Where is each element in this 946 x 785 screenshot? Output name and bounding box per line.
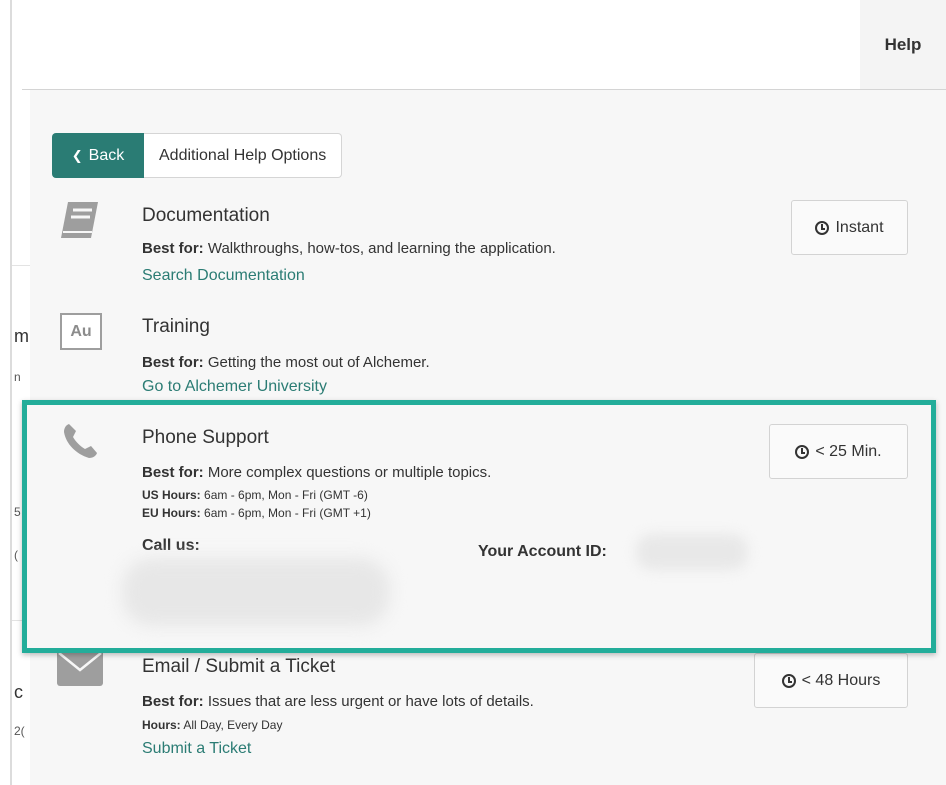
book-icon [61, 202, 98, 238]
training-title: Training [142, 316, 210, 337]
clock-icon [781, 673, 796, 688]
redacted-account-id [636, 534, 748, 570]
back-button[interactable]: ❮ Back [52, 133, 144, 178]
search-documentation-link[interactable]: Search Documentation [142, 267, 305, 285]
app-stage: m n 5 ( c 2( Help ❮ Back Additional Help… [0, 0, 946, 785]
best-for-text: Walkthroughs, how-tos, and learning the … [207, 240, 556, 257]
email-title: Email / Submit a Ticket [142, 656, 336, 677]
response-time-text: Instant [835, 218, 884, 236]
submit-ticket-link[interactable]: Submit a Ticket [142, 740, 251, 758]
clock-icon [795, 444, 810, 459]
email-hours: Hours: All Day, Every Day [142, 718, 282, 732]
divider [12, 265, 30, 266]
back-button-label: Back [88, 146, 125, 164]
us-hours-label: US Hours: [142, 488, 201, 502]
background-text-fragment: 5 [14, 505, 21, 519]
envelope-icon [57, 650, 103, 686]
eu-hours: EU Hours: 6am - 6pm, Mon - Fri (GMT +1) [142, 506, 371, 520]
clock-icon [815, 220, 830, 235]
response-time-text: < 48 Hours [801, 671, 881, 689]
documentation-title: Documentation [142, 205, 270, 226]
breadcrumb-current: Additional Help Options [144, 133, 343, 178]
breadcrumb: ❮ Back Additional Help Options [52, 133, 343, 178]
background-text-fragment: n [14, 370, 21, 384]
left-border [10, 0, 12, 785]
help-tab[interactable]: Help [860, 0, 946, 90]
eu-hours-label: EU Hours: [142, 506, 201, 520]
response-time-text: < 25 Min. [815, 442, 882, 460]
best-for-text: Getting the most out of Alchemer. [207, 354, 430, 371]
best-for-text: More complex questions or multiple topic… [207, 464, 492, 481]
email-description: Best for: Issues that are less urgent or… [142, 693, 534, 710]
alchemer-university-icon: Au [60, 313, 102, 350]
phone-support-title: Phone Support [142, 427, 269, 448]
call-us-label: Call us: [142, 537, 200, 554]
best-for-label: Best for: [142, 240, 204, 257]
response-time-badge: Instant [791, 200, 908, 255]
best-for-text: Issues that are less urgent or have lots… [207, 693, 534, 710]
background-text-fragment: 2( [14, 724, 25, 738]
chevron-left-icon: ❮ [71, 147, 83, 163]
us-hours-text: 6am - 6pm, Mon - Fri (GMT -6) [204, 488, 368, 502]
best-for-label: Best for: [142, 354, 204, 371]
best-for-label: Best for: [142, 464, 204, 481]
phone-support-description: Best for: More complex questions or mult… [142, 464, 491, 481]
background-text-fragment: ( [14, 548, 18, 562]
response-time-badge: < 48 Hours [754, 653, 908, 708]
us-hours: US Hours: 6am - 6pm, Mon - Fri (GMT -6) [142, 488, 368, 502]
redacted-phone-number [122, 558, 390, 626]
background-text-fragment: m [14, 326, 29, 346]
best-for-label: Best for: [142, 693, 204, 710]
documentation-description: Best for: Walkthroughs, how-tos, and lea… [142, 240, 556, 257]
hours-text: All Day, Every Day [183, 718, 283, 732]
hours-label: Hours: [142, 718, 181, 732]
account-id-label: Your Account ID: [478, 543, 607, 560]
eu-hours-text: 6am - 6pm, Mon - Fri (GMT +1) [204, 506, 371, 520]
training-description: Best for: Getting the most out of Alchem… [142, 354, 430, 371]
response-time-badge: < 25 Min. [769, 424, 908, 479]
background-text-fragment: c [14, 682, 23, 702]
alchemer-university-link[interactable]: Go to Alchemer University [142, 378, 327, 396]
phone-icon [64, 424, 97, 458]
